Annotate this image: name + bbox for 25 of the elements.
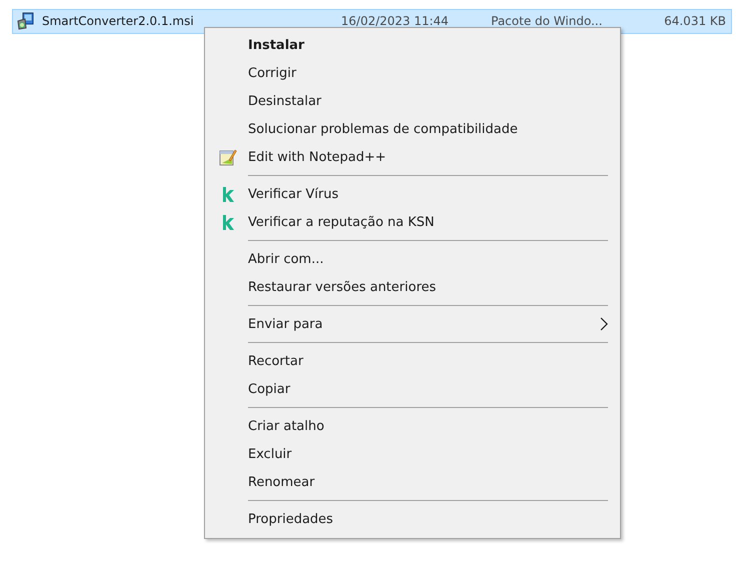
- menu-item[interactable]: Renomear: [205, 468, 620, 496]
- menu-item[interactable]: Edit with Notepad++: [205, 143, 620, 171]
- menu-item[interactable]: Enviar para: [205, 310, 620, 338]
- k-letter-icon: [222, 186, 234, 202]
- menu-item[interactable]: Desinstalar: [205, 87, 620, 115]
- file-type: Pacote do Windo...: [491, 14, 604, 28]
- menu-item[interactable]: Corrigir: [205, 59, 620, 87]
- chevron-right-icon: [600, 317, 608, 331]
- menu-item[interactable]: Abrir com...: [205, 245, 620, 273]
- file-date: 16/02/2023 11:44: [341, 14, 450, 28]
- menu-item[interactable]: Solucionar problemas de compatibilidade: [205, 115, 620, 143]
- notepad-icon: [218, 148, 236, 166]
- menu-item[interactable]: Recortar: [205, 347, 620, 375]
- file-name: SmartConverter2.0.1.msi: [42, 14, 195, 28]
- menu-item[interactable]: Verificar a reputação na KSN: [205, 208, 620, 236]
- menu-item[interactable]: Criar atalho: [205, 412, 620, 440]
- menu-item[interactable]: Copiar: [205, 375, 620, 403]
- installer-icon: [17, 12, 35, 30]
- menu-item[interactable]: Excluir: [205, 440, 620, 468]
- menu-item[interactable]: Restaurar versões anteriores: [205, 273, 620, 301]
- menu-item[interactable]: Instalar: [205, 31, 620, 59]
- file-size: 64.031 KB: [663, 14, 727, 28]
- menu-item[interactable]: Propriedades: [205, 505, 620, 533]
- k-letter-icon: [222, 214, 234, 230]
- menu-item[interactable]: Verificar Vírus: [205, 180, 620, 208]
